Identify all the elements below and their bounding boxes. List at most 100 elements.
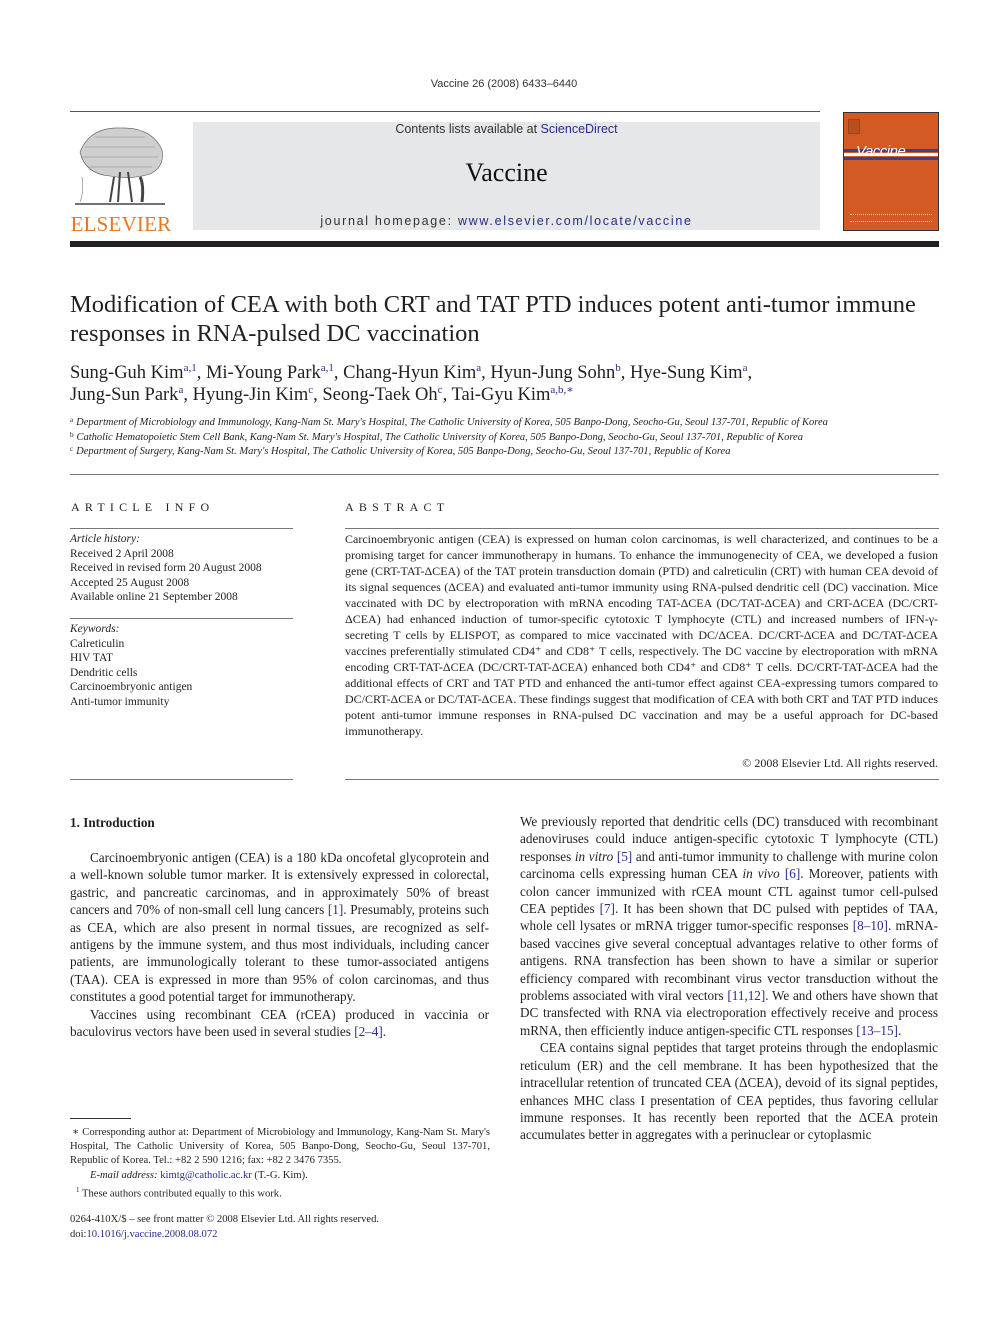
history-item: Received in revised form 20 August 2008 xyxy=(70,562,262,574)
author-name[interactable]: Sung-Guh Kim xyxy=(70,363,184,383)
author-affiliation-marker[interactable]: a,1 xyxy=(321,362,334,374)
affiliations: a Department of Microbiology and Immunolo… xyxy=(70,416,950,460)
affiliation-item: c Department of Surgery, Kang-Nam St. Mar… xyxy=(70,445,950,460)
article-info-rule xyxy=(70,779,293,780)
cover-title: Vaccine xyxy=(856,143,906,160)
author-name[interactable]: Hye-Sung Kim xyxy=(630,363,743,383)
body-paragraph: Carcinoembryonic antigen (CEA) is a 180 … xyxy=(70,849,489,1006)
abstract-copyright: © 2008 Elsevier Ltd. All rights reserved… xyxy=(742,756,938,770)
author-separator: , xyxy=(620,363,631,383)
keyword-item: Carcinoembryonic antigen xyxy=(70,681,193,693)
history-item: Available online 21 September 2008 xyxy=(70,591,238,603)
body-paragraph: CEA contains signal peptides that target… xyxy=(520,1039,938,1143)
keyword-item: Calreticulin xyxy=(70,637,125,650)
section-heading-introduction: 1. Introduction xyxy=(70,815,155,830)
doi-link[interactable]: 10.1016/j.vaccine.2008.08.072 xyxy=(86,1229,217,1240)
author-affiliation-marker[interactable]: a,1 xyxy=(184,362,197,374)
email-label: E-mail address: xyxy=(90,1169,158,1181)
footnote-rule xyxy=(70,1118,131,1119)
citation-link[interactable]: [13–15] xyxy=(856,1023,898,1038)
abstract-rule xyxy=(345,779,939,780)
author-separator: , xyxy=(747,363,753,383)
email-note: E-mail address: kimtg@catholic.ac.kr (T.… xyxy=(70,1169,490,1183)
abstract-text: Carcinoembryonic antigen (CEA) is expres… xyxy=(345,532,938,738)
elsevier-logo[interactable]: ELSEVIER xyxy=(68,120,174,236)
keywords-label: Keywords: xyxy=(70,623,120,635)
journal-banner: Contents lists available at ScienceDirec… xyxy=(193,122,820,230)
author-name[interactable]: Hyung-Jin Kim xyxy=(193,385,309,405)
citation-link[interactable]: [8–10] xyxy=(853,918,888,933)
keywords: Keywords: Calreticulin HIV TAT Dendritic… xyxy=(70,622,295,709)
keyword-item: HIV TAT xyxy=(70,652,114,664)
author-name[interactable]: Mi-Young Park xyxy=(206,363,321,383)
journal-reference: Vaccine 26 (2008) 6433–6440 xyxy=(430,78,578,90)
citation-link[interactable]: [2–4] xyxy=(354,1024,383,1039)
keyword-item: Dendritic cells xyxy=(70,666,138,679)
doi-label: doi: xyxy=(70,1228,87,1240)
abstract-rule xyxy=(345,528,939,529)
cover-publisher-icon xyxy=(848,119,860,134)
contents-line: Contents lists available at ScienceDirec… xyxy=(193,122,820,136)
email-suffix: (T.-G. Kim). xyxy=(251,1169,308,1181)
elsevier-tree-icon xyxy=(70,122,170,208)
corresponding-author-text: Corresponding author at: Department of M… xyxy=(70,1127,490,1167)
italic-text: in vivo xyxy=(742,866,780,882)
equal-contribution-note: 1 These authors contributed equally to t… xyxy=(70,1183,490,1202)
affiliation-label: b xyxy=(70,430,74,439)
citation-link[interactable]: [5] xyxy=(617,849,632,864)
affiliation-rule xyxy=(70,474,939,475)
keyword-item: Anti-tumor immunity xyxy=(70,695,170,708)
header-rule xyxy=(70,111,820,112)
header-thick-rule xyxy=(70,241,939,247)
affiliation-label: c xyxy=(70,445,74,453)
body-text: . xyxy=(897,1022,902,1038)
body-text: CEA contains signal peptides that target… xyxy=(520,1040,938,1143)
article-info-rule xyxy=(70,618,293,619)
homepage-line: journal homepage: www.elsevier.com/locat… xyxy=(193,214,820,228)
article-info-heading: ARTICLE INFO xyxy=(71,500,215,514)
front-matter-text: 0264-410X/$ – see front matter © 2008 El… xyxy=(70,1214,380,1225)
citation-link[interactable]: [6] xyxy=(785,866,800,881)
body-column-left: Carcinoembryonic antigen (CEA) is a 180 … xyxy=(70,849,489,1040)
affiliation-text: Department of Microbiology and Immunolog… xyxy=(76,417,828,428)
author-separator: , xyxy=(196,363,206,383)
elsevier-wordmark: ELSEVIER xyxy=(70,212,172,236)
doi-line: doi:10.1016/j.vaccine.2008.08.072 xyxy=(70,1228,490,1243)
body-text: Vaccines using recombinant CEA (rCEA) pr… xyxy=(70,1006,489,1040)
body-text: . Presumably, proteins such as CEA, whic… xyxy=(70,902,489,1005)
author-separator: , xyxy=(313,385,323,405)
history-label: Article history: xyxy=(70,533,140,545)
cover-footer-text xyxy=(850,214,932,222)
contents-prefix: Contents lists available at xyxy=(395,122,541,136)
footnotes: ∗ Corresponding author at: Department of… xyxy=(70,1126,490,1202)
body-paragraph: We previously reported that dendritic ce… xyxy=(520,813,938,1039)
author-affiliation-marker[interactable]: a,b,∗ xyxy=(550,384,573,396)
author-name[interactable]: Seong-Taek Oh xyxy=(322,385,437,405)
citation-link[interactable]: [7] xyxy=(600,901,615,916)
asterisk-marker: ∗ xyxy=(72,1127,80,1138)
email-link[interactable]: kimtg@catholic.ac.kr xyxy=(160,1170,252,1181)
citation-link[interactable]: [11,12] xyxy=(727,988,765,1003)
citation-link[interactable]: [1] xyxy=(328,902,343,917)
author-list: Sung-Guh Kima,1, Mi-Young Parka,1, Chang… xyxy=(70,362,940,406)
article-title: Modification of CEA with both CRT and TA… xyxy=(70,291,916,347)
affiliation-item: b Catholic Hematopoietic Stem Cell Bank, … xyxy=(70,431,950,446)
author-name[interactable]: Tai-Gyu Kim xyxy=(451,385,550,405)
affiliation-label: a xyxy=(70,416,74,424)
author-name[interactable]: Jung-Sun Park xyxy=(70,385,178,405)
article-history: Article history: Received 2 April 2008 R… xyxy=(70,532,295,605)
journal-cover-thumbnail[interactable]: Vaccine xyxy=(843,112,939,231)
italic-text: in vitro xyxy=(574,848,614,864)
front-matter: 0264-410X/$ – see front matter © 2008 El… xyxy=(70,1213,490,1242)
abstract-heading: ABSTRACT xyxy=(345,500,450,514)
author-separator: , xyxy=(183,385,193,405)
footnote-marker: 1 xyxy=(76,1185,80,1194)
homepage-link[interactable]: www.elsevier.com/locate/vaccine xyxy=(458,214,693,228)
author-separator: , xyxy=(481,363,491,383)
equal-contribution-text: These authors contributed equally to thi… xyxy=(81,1188,282,1200)
affiliation-text: Department of Surgery, Kang-Nam St. Mary… xyxy=(76,446,731,457)
author-name[interactable]: Chang-Hyun Kim xyxy=(343,363,476,383)
sciencedirect-link[interactable]: ScienceDirect xyxy=(541,122,618,136)
author-name[interactable]: Hyun-Jung Sohn xyxy=(490,363,615,383)
body-column-right: We previously reported that dendritic ce… xyxy=(520,813,938,1144)
